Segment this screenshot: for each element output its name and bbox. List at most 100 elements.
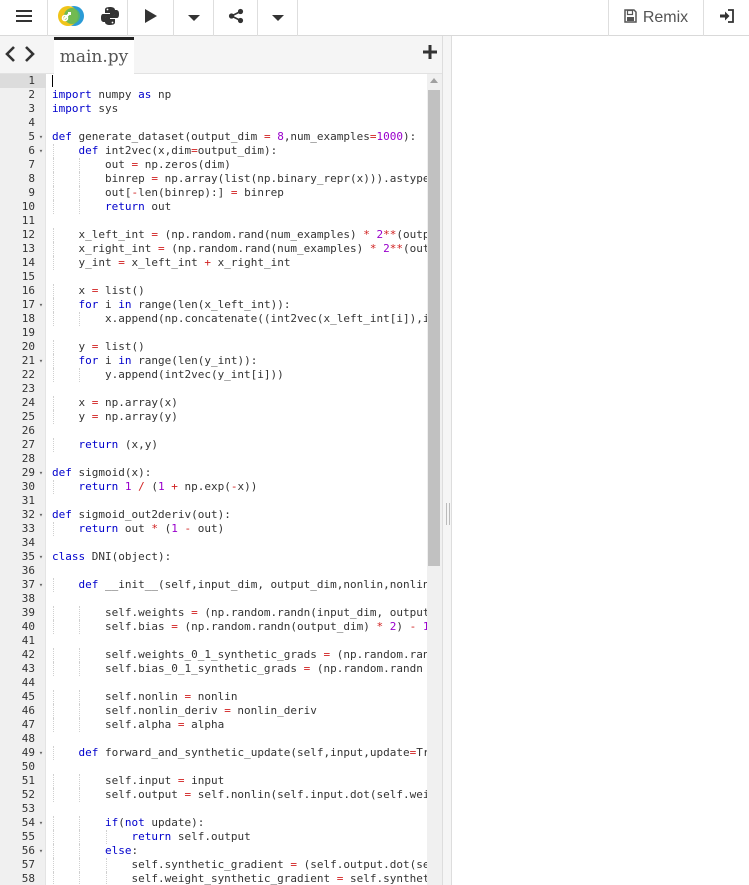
code-line[interactable]: 43 self.bias_0_1_synthetic_grads = (np.r…: [0, 662, 427, 676]
code-line[interactable]: 9 out[-len(binrep):] = binrep: [0, 186, 427, 200]
code-line[interactable]: 5 ▾ def generate_dataset(output_dim = 8,nu…: [0, 130, 427, 144]
code-line[interactable]: 58 self.weight_synthetic_gradient = self…: [0, 872, 427, 885]
code-line[interactable]: 16 x = list(): [0, 284, 427, 298]
code-line[interactable]: 50: [0, 760, 427, 774]
code-line[interactable]: 47 self.alpha = alpha: [0, 718, 427, 732]
editor-scrollbar[interactable]: [427, 74, 442, 885]
code-line[interactable]: 38: [0, 592, 427, 606]
fold-toggle-icon[interactable]: ▾: [37, 354, 45, 368]
language-selector[interactable]: [48, 0, 128, 36]
fold-toggle-icon[interactable]: ▾: [37, 550, 45, 564]
code-line[interactable]: 3 import sys: [0, 102, 427, 116]
code-line[interactable]: 28: [0, 452, 427, 466]
python-snake-icon: [100, 6, 120, 31]
fold-toggle-icon[interactable]: ▾: [37, 298, 45, 312]
code-line[interactable]: 32 ▾ def sigmoid_out2deriv(out):: [0, 508, 427, 522]
code-line[interactable]: 26: [0, 424, 427, 438]
share-options-dropdown[interactable]: [258, 0, 298, 36]
code-line[interactable]: 4: [0, 116, 427, 130]
code-line[interactable]: 33 return out * (1 - out): [0, 522, 427, 536]
code-line[interactable]: 51 self.input = input: [0, 774, 427, 788]
fold-toggle-icon[interactable]: ▾: [37, 130, 45, 144]
menu-button[interactable]: [0, 0, 48, 36]
code-line[interactable]: 36: [0, 564, 427, 578]
code-line[interactable]: 27 return (x,y): [0, 438, 427, 452]
code-line[interactable]: 21 ▾ for i in range(len(y_int)):: [0, 354, 427, 368]
indent-guide: [53, 830, 54, 844]
code-line[interactable]: 25 y = np.array(y): [0, 410, 427, 424]
code-line[interactable]: 44: [0, 676, 427, 690]
code-text: y_int = x_left_int + x_right_int: [52, 256, 291, 269]
code-line[interactable]: 48: [0, 732, 427, 746]
fold-toggle-icon[interactable]: ▾: [37, 144, 45, 158]
scroll-up-arrow-icon[interactable]: [430, 78, 438, 83]
code-line[interactable]: 52 self.output = self.nonlin(self.input.…: [0, 788, 427, 802]
code-text: out[-len(binrep):] = binrep: [52, 186, 284, 199]
code-line[interactable]: 23: [0, 382, 427, 396]
code-text: def sigmoid_out2deriv(out):: [52, 508, 231, 521]
tab-main-py[interactable]: main.py: [54, 37, 134, 74]
pane-splitter[interactable]: [442, 36, 452, 885]
indent-guide: [53, 816, 54, 830]
code-line[interactable]: 12 x_left_int = (np.random.rand(num_exam…: [0, 228, 427, 242]
code-line[interactable]: 54 ▾ if(not update):: [0, 816, 427, 830]
fold-toggle-icon[interactable]: ▾: [37, 466, 45, 480]
fold-toggle-icon[interactable]: ▾: [37, 816, 45, 830]
code-line[interactable]: 37 ▾ def __init__(self,input_dim, output_…: [0, 578, 427, 592]
code-line[interactable]: 19: [0, 326, 427, 340]
code-line[interactable]: 46 self.nonlin_deriv = nonlin_deriv: [0, 704, 427, 718]
code-line[interactable]: 20 y = list(): [0, 340, 427, 354]
code-line[interactable]: 24 x = np.array(x): [0, 396, 427, 410]
fold-toggle-icon[interactable]: ▾: [37, 508, 45, 522]
output-console[interactable]: [452, 36, 749, 885]
add-file-icon[interactable]: [423, 45, 437, 64]
code-line[interactable]: 22 y.append(int2vec(y_int[i])): [0, 368, 427, 382]
code-line[interactable]: 40 self.bias = (np.random.randn(output_d…: [0, 620, 427, 634]
remix-button[interactable]: Remix: [608, 0, 704, 36]
code-line[interactable]: 39 self.weights = (np.random.randn(input…: [0, 606, 427, 620]
code-line[interactable]: 56 ▾ else:: [0, 844, 427, 858]
code-line[interactable]: 6 ▾ def int2vec(x,dim=output_dim):: [0, 144, 427, 158]
indent-guide: [53, 396, 54, 410]
fold-toggle-icon[interactable]: ▾: [37, 844, 45, 858]
code-line[interactable]: 1: [0, 74, 427, 88]
line-number: 23: [21, 382, 35, 395]
fold-toggle-icon[interactable]: ▾: [37, 578, 45, 592]
code-line[interactable]: 34: [0, 536, 427, 550]
run-button[interactable]: [128, 0, 174, 36]
share-button[interactable]: [214, 0, 258, 36]
code-line[interactable]: 57 self.synthetic_gradient = (self.outpu…: [0, 858, 427, 872]
code-line[interactable]: 29 ▾ def sigmoid(x):: [0, 466, 427, 480]
code-line[interactable]: 7 out = np.zeros(dim): [0, 158, 427, 172]
code-line[interactable]: 18 x.append(np.concatenate((int2vec(x_le…: [0, 312, 427, 326]
line-number: 32: [21, 508, 35, 521]
code-line[interactable]: 41: [0, 634, 427, 648]
code-line[interactable]: 42 self.weights_0_1_synthetic_grads = (n…: [0, 648, 427, 662]
code-line[interactable]: 8 binrep = np.array(list(np.binary_repr(…: [0, 172, 427, 186]
fold-toggle-icon[interactable]: ▾: [37, 746, 45, 760]
code-line[interactable]: 13 x_right_int = (np.random.rand(num_exa…: [0, 242, 427, 256]
code-line[interactable]: 55 return self.output: [0, 830, 427, 844]
scrollbar-thumb[interactable]: [428, 90, 440, 566]
code-line[interactable]: 2 import numpy as np: [0, 88, 427, 102]
code-line[interactable]: 30 return 1 / (1 + np.exp(-x)): [0, 480, 427, 494]
line-number: 54: [21, 816, 35, 829]
code-line[interactable]: 15: [0, 270, 427, 284]
chevron-left-icon[interactable]: [4, 45, 16, 68]
run-options-dropdown[interactable]: [174, 0, 214, 36]
code-editor[interactable]: 1 2 import numpy as np 3 import sys 4 5 ▾ def ge…: [0, 74, 427, 885]
login-button[interactable]: [704, 0, 749, 36]
code-line[interactable]: 11: [0, 214, 427, 228]
code-line[interactable]: 45 self.nonlin = nonlin: [0, 690, 427, 704]
code-line[interactable]: 14 y_int = x_left_int + x_right_int: [0, 256, 427, 270]
code-line[interactable]: 31: [0, 494, 427, 508]
code-line[interactable]: 10 return out: [0, 200, 427, 214]
indent-guide: [79, 858, 81, 872]
line-number: 7: [28, 158, 35, 171]
indent-guide: [53, 522, 54, 536]
code-line[interactable]: 17 ▾ for i in range(len(x_left_int)):: [0, 298, 427, 312]
chevron-right-icon[interactable]: [24, 45, 36, 68]
code-line[interactable]: 49 ▾ def forward_and_synthetic_update(sel…: [0, 746, 427, 760]
code-line[interactable]: 35 ▾ class DNI(object):: [0, 550, 427, 564]
code-line[interactable]: 53: [0, 802, 427, 816]
